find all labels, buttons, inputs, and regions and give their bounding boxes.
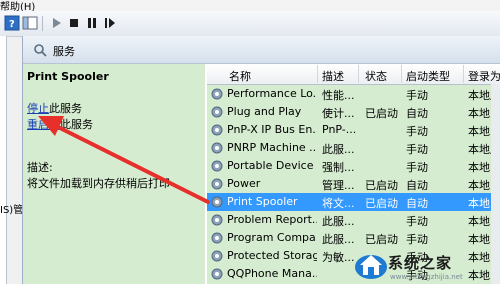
restart-link[interactable]: 重启动 xyxy=(27,118,60,131)
cell-name: Plug and Play xyxy=(227,105,302,118)
house-logo-icon xyxy=(355,255,387,279)
cell-name: Problem Report... xyxy=(227,213,317,226)
description-panel: Print Spooler 停止此服务 重启动此服务 描述: 将文件加载到内存供… xyxy=(23,64,205,284)
gear-icon xyxy=(211,196,223,208)
cell-status: 已启动 xyxy=(365,197,398,210)
pane-header: 服务 xyxy=(23,36,500,64)
table-row[interactable]: PnP-X IP Bus En...PnP-...手动本地系统 xyxy=(207,121,500,139)
cell-startup: 手动 xyxy=(406,125,428,138)
cell-name: PnP-X IP Bus En... xyxy=(227,123,317,136)
gear-icon xyxy=(211,268,223,280)
cell-status: 已启动 xyxy=(365,179,398,192)
watermark: 系统之家 www.xitongzhijia.net xyxy=(354,244,500,284)
cell-name: QQPhone Mana... xyxy=(227,267,317,280)
desc-text: 将文件加载到内存供稍后打印 xyxy=(27,177,170,190)
cell-desc: 管理... xyxy=(322,179,355,192)
col-name[interactable]: 名称 xyxy=(229,68,251,84)
left-tree-edge xyxy=(0,36,7,284)
menu-bar: 帮助(H) xyxy=(0,0,500,13)
gear-icon xyxy=(211,124,223,136)
gear-icon xyxy=(211,142,223,154)
table-row[interactable]: Power管理...已启动自动本地系统 xyxy=(207,175,500,193)
col-status[interactable]: 状态 xyxy=(365,68,387,84)
table-row[interactable]: Plug and Play使计...已启动自动本地系统 xyxy=(207,103,500,121)
cell-name: Portable Device ... xyxy=(227,159,317,172)
table-row[interactable]: Performance Lo...性能...手动本地服务 xyxy=(207,85,500,103)
search-icon xyxy=(33,43,47,60)
stop-line: 停止此服务 xyxy=(27,102,82,115)
cell-startup: 手动 xyxy=(406,89,428,102)
col-startup[interactable]: 启动类型 xyxy=(406,68,450,84)
table-row[interactable]: Portable Device ...强制...手动本地系统 xyxy=(207,157,500,175)
gear-icon xyxy=(211,232,223,244)
cell-name: PNRP Machine ... xyxy=(227,141,317,154)
cell-startup: 手动 xyxy=(406,143,428,156)
help-icon[interactable]: ? xyxy=(4,15,20,31)
gear-icon xyxy=(211,160,223,172)
desc-label: 描述: xyxy=(27,161,53,174)
cell-desc: 将文... xyxy=(322,197,355,210)
cell-name: Performance Lo... xyxy=(227,87,317,100)
service-name: Print Spooler xyxy=(27,70,109,83)
cell-desc: 为敏... xyxy=(322,251,355,264)
stop-icon[interactable] xyxy=(66,15,82,31)
cell-startup: 自动 xyxy=(406,107,428,120)
cell-desc: 性能... xyxy=(322,89,355,102)
watermark-url: www.xitongzhijia.net xyxy=(390,273,463,281)
table-row[interactable]: PNRP Machine ...此服...手动本地服务 xyxy=(207,139,500,157)
cell-startup: 自动 xyxy=(406,197,428,210)
cell-desc: PnP-... xyxy=(322,123,357,136)
watermark-text: 系统之家 xyxy=(388,254,453,272)
svg-text:?: ? xyxy=(9,19,15,30)
table-row[interactable]: Problem Report...此服...手动本地系统 xyxy=(207,211,500,229)
cell-name: Protected Storage xyxy=(227,249,317,262)
cell-desc: 此服... xyxy=(322,143,355,156)
cell-name: Print Spooler xyxy=(227,195,298,208)
left-edge-text: IS)管 xyxy=(0,205,24,216)
play-icon[interactable] xyxy=(48,15,64,31)
cell-name: Program Compa... xyxy=(227,231,317,244)
cell-desc: 此服... xyxy=(322,215,355,228)
toolbar: ? xyxy=(0,11,500,37)
cell-status: 已启动 xyxy=(365,107,398,120)
pause-icon[interactable] xyxy=(84,15,100,31)
gear-icon xyxy=(211,214,223,226)
restart-line: 重启动此服务 xyxy=(27,118,93,131)
cell-name: Power xyxy=(227,177,261,190)
restart-icon[interactable] xyxy=(102,15,118,31)
gear-icon xyxy=(211,106,223,118)
gear-icon xyxy=(211,88,223,100)
gear-icon xyxy=(211,250,223,262)
col-desc[interactable]: 描述 xyxy=(322,68,344,84)
cell-startup: 手动 xyxy=(406,215,428,228)
pane-title: 服务 xyxy=(53,45,75,58)
cell-desc: 强制... xyxy=(322,161,355,174)
stop-link[interactable]: 停止 xyxy=(27,102,49,115)
cell-desc: 此服... xyxy=(322,233,355,246)
table-row[interactable]: Print Spooler将文...已启动自动本地系统 xyxy=(207,193,500,211)
cell-startup: 自动 xyxy=(406,179,428,192)
col-logon[interactable]: 登录为 xyxy=(468,68,500,84)
panel-icon[interactable] xyxy=(22,15,38,31)
cell-desc: 使计... xyxy=(322,107,355,120)
table-header: 名称 描述 状态 启动类型 登录为 xyxy=(207,64,500,85)
cell-startup: 手动 xyxy=(406,161,428,174)
gear-icon xyxy=(211,178,223,190)
